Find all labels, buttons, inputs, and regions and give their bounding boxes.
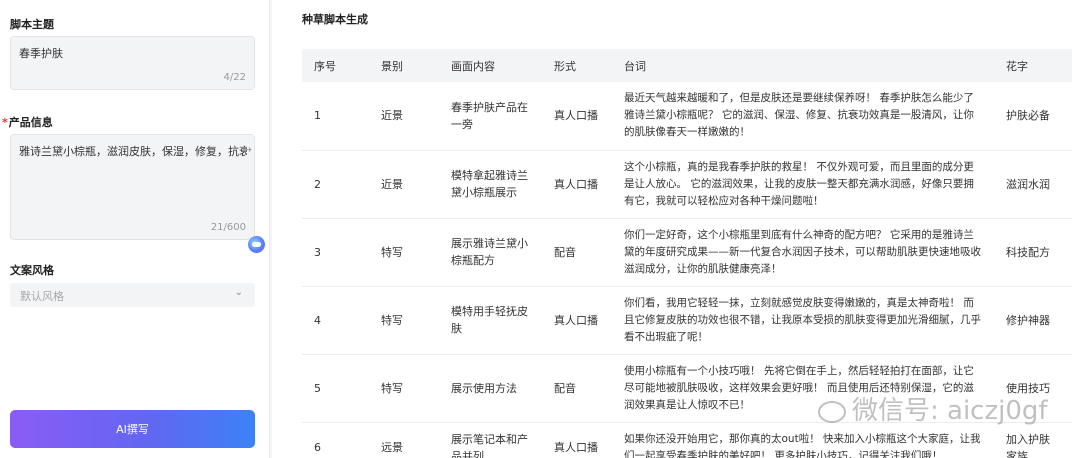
- product-label: 产品信息: [8, 116, 53, 129]
- topic-label: 脚本主题: [10, 18, 54, 31]
- cell-form: 真人口播: [542, 82, 612, 151]
- cell-dialogue: 你们一定好奇，这个小棕瓶里到底有什么神奇的配方吧？ 它采用的是雅诗兰黛的年度研究…: [612, 218, 994, 287]
- cell-form: 真人口播: [542, 286, 612, 355]
- ai-write-button[interactable]: AI撰写: [10, 410, 255, 448]
- cell-content: 展示笔记本和产品并列: [439, 422, 542, 458]
- cell-shot: 近景: [369, 82, 439, 151]
- topic-value: 春季护肤: [19, 47, 63, 60]
- product-label-wrap: *产品信息: [2, 114, 53, 130]
- cell-caption: 加入护肤家族: [994, 422, 1072, 458]
- cell-caption: 护肤必备: [994, 82, 1072, 151]
- header-dialogue: 台词: [612, 49, 994, 82]
- cell-dialogue: 最近天气越来越暖和了，但是皮肤还是要继续保养呀！ 春季护肤怎么能少了雅诗兰黛小棕…: [612, 82, 994, 151]
- header-caption: 花字: [994, 49, 1072, 82]
- topic-input[interactable]: 春季护肤 4/22: [10, 36, 255, 90]
- cell-dialogue: 你们看，我用它轻轻一抹，立刻就感觉皮肤变得嫩嫩的，真是太神奇啦！ 而且它修复皮肤…: [612, 286, 994, 355]
- cell-caption: 滋润水润: [994, 150, 1072, 219]
- cell-no: 4: [302, 286, 369, 355]
- table-row: 6 远景 展示笔记本和产品并列 真人口播 如果你还没开始用它，那你真的太out啦…: [302, 422, 1072, 458]
- cell-shot: 远景: [369, 422, 439, 458]
- cell-caption: 科技配方: [994, 218, 1072, 287]
- watermark: 微信号: aiczj0gf: [818, 390, 1048, 427]
- cell-form: 真人口播: [542, 150, 612, 219]
- cell-content: 展示雅诗兰黛小棕瓶配方: [439, 218, 542, 287]
- product-char-count: 21/600: [210, 222, 246, 233]
- cell-caption: 修护神器: [994, 286, 1072, 355]
- topic-char-count: 4/22: [223, 72, 246, 83]
- cell-form: 配音: [542, 218, 612, 287]
- table-header-row: 序号 景别 画面内容 形式 台词 花字: [302, 49, 1072, 82]
- required-mark: *: [2, 116, 8, 129]
- style-select[interactable]: 默认风格 ⌄: [10, 283, 255, 307]
- arrow-right-icon: →: [242, 143, 252, 156]
- cell-no: 5: [302, 354, 369, 423]
- page-title: 种草脚本生成: [302, 13, 368, 26]
- cell-shot: 近景: [369, 150, 439, 219]
- cell-form: 真人口播: [542, 422, 612, 458]
- cell-dialogue: 如果你还没开始用它，那你真的太out啦！ 快来加入小棕瓶这个大家庭，让我们一起享…: [612, 422, 994, 458]
- table-row: 3 特写 展示雅诗兰黛小棕瓶配方 配音 你们一定好奇，这个小棕瓶里到底有什么神奇…: [302, 218, 1072, 287]
- cell-content: 春季护肤产品在一旁: [439, 82, 542, 151]
- cell-shot: 特写: [369, 218, 439, 287]
- watermark-text: 微信号: aiczj0gf: [852, 396, 1048, 426]
- wechat-icon: [818, 400, 846, 423]
- header-content: 画面内容: [439, 49, 542, 82]
- cell-no: 6: [302, 422, 369, 458]
- cell-no: 1: [302, 82, 369, 151]
- left-panel: 脚本主题 春季护肤 4/22 *产品信息 雅诗兰黛小棕瓶，滋润皮肤，保湿，修复，…: [0, 0, 270, 458]
- table-row: 2 近景 模特拿起雅诗兰黛小棕瓶展示 真人口播 这个小棕瓶，真的是我春季护肤的救…: [302, 150, 1072, 219]
- product-value: 雅诗兰黛小棕瓶，滋润皮肤，保湿，修复，抗衰: [19, 145, 247, 158]
- table-row: 4 特写 模特用手轻抚皮肤 真人口播 你们看，我用它轻轻一抹，立刻就感觉皮肤变得…: [302, 286, 1072, 355]
- product-textarea[interactable]: 雅诗兰黛小棕瓶，滋润皮肤，保湿，修复，抗衰 → 21/600: [10, 134, 255, 240]
- ai-assistant-icon[interactable]: [248, 236, 265, 253]
- style-label: 文案风格: [10, 264, 54, 277]
- style-placeholder: 默认风格: [20, 290, 64, 303]
- header-shot: 景别: [369, 49, 439, 82]
- header-form: 形式: [542, 49, 612, 82]
- cell-shot: 特写: [369, 354, 439, 423]
- cell-content: 展示使用方法: [439, 354, 542, 423]
- cell-no: 3: [302, 218, 369, 287]
- cell-content: 模特用手轻抚皮肤: [439, 286, 542, 355]
- cell-dialogue: 这个小棕瓶，真的是我春季护肤的救星！ 不仅外观可爱，而且里面的成分更是让人放心。…: [612, 150, 994, 219]
- table-row: 1 近景 春季护肤产品在一旁 真人口播 最近天气越来越暖和了，但是皮肤还是要继续…: [302, 82, 1072, 151]
- header-no: 序号: [302, 49, 369, 82]
- cell-no: 2: [302, 150, 369, 219]
- cell-form: 配音: [542, 354, 612, 423]
- cell-shot: 特写: [369, 286, 439, 355]
- chevron-down-icon: ⌄: [234, 287, 243, 298]
- cell-content: 模特拿起雅诗兰黛小棕瓶展示: [439, 150, 542, 219]
